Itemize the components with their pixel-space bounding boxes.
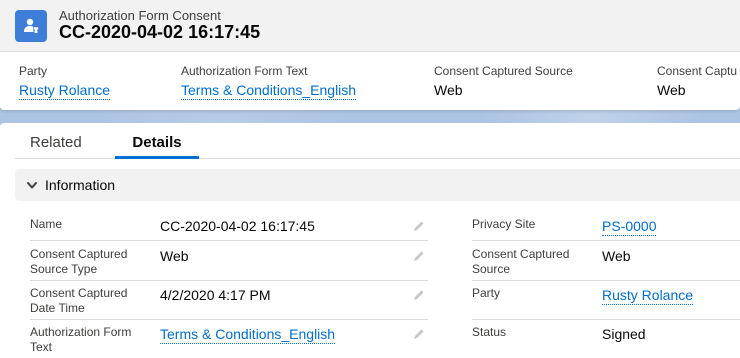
field-label: Status [472,325,507,339]
field-value: CC-2020-04-02 16:17:45 [160,218,315,234]
record-header: Authorization Form Consent CC-2020-04-02… [0,0,740,110]
record-header-top: Authorization Form Consent CC-2020-04-02… [0,0,740,52]
field-value: 4/2/2020 4:17 PM [160,287,271,303]
field-name: Name CC-2020-04-02 16:17:45 [30,217,428,241]
highlight-value: Web [657,82,686,98]
tab-related[interactable]: Related [30,134,82,159]
field-label: Consent Captured Date Time [30,286,128,315]
pencil-icon[interactable] [412,219,426,233]
highlight-party: Party Rusty Rolance [19,64,111,100]
party-link[interactable]: Rusty Rolance [602,287,694,305]
field-authorization-form-text: Authorization Form Text Terms & Conditio… [30,325,428,358]
field-party: Party Rusty Rolance [472,286,740,320]
highlight-authorization-form-text: Authorization Form Text Terms & Conditio… [181,64,357,100]
field-status: Status Signed [472,325,740,358]
field-label: Consent Captured Source Type [30,247,128,276]
field-label: Authorization Form Text [30,325,132,354]
party-link[interactable]: Rusty Rolance [19,82,111,100]
field-privacy-site: Privacy Site PS-0000 [472,217,740,241]
field-consent-captured-source: Consent Captured Source Web [472,247,740,281]
highlight-consent-captured-truncated: Consent Captu Web [657,64,737,98]
pencil-icon[interactable] [412,327,426,341]
field-label: Privacy Site [472,217,536,231]
section-information-header[interactable]: Information [15,169,740,201]
highlight-label: Authorization Form Text [181,64,308,78]
details-card: Related Details Information Name CC-2020… [0,123,740,358]
field-value: Signed [602,326,646,342]
pencil-icon[interactable] [412,288,426,302]
highlight-label: Consent Captured Source [434,64,573,78]
field-value: Web [160,248,189,264]
authorization-form-text-link[interactable]: Terms & Conditions_English [160,326,336,344]
field-label: Consent Captured Source [472,247,570,276]
field-value: Web [602,248,631,264]
field-label: Name [30,217,63,231]
field-consent-captured-date-time: Consent Captured Date Time 4/2/2020 4:17… [30,286,428,320]
field-label: Party [472,286,501,300]
highlight-value: Web [434,82,463,98]
authorization-consent-icon [15,10,47,42]
field-consent-captured-source-type: Consent Captured Source Type Web [30,247,428,281]
tab-bar: Related Details [15,123,740,159]
section-title: Information [45,177,116,193]
object-type-label: Authorization Form Consent [59,8,221,23]
authorization-form-text-link[interactable]: Terms & Conditions_English [181,82,357,100]
highlight-label: Consent Captu [657,64,738,78]
pencil-icon[interactable] [412,249,426,263]
privacy-site-link[interactable]: PS-0000 [602,218,657,236]
chevron-down-icon [27,182,37,189]
record-title: CC-2020-04-02 16:17:45 [59,22,261,42]
tab-details[interactable]: Details [115,134,199,159]
highlight-consent-captured-source: Consent Captured Source Web [434,64,573,98]
highlight-label: Party [19,64,48,78]
